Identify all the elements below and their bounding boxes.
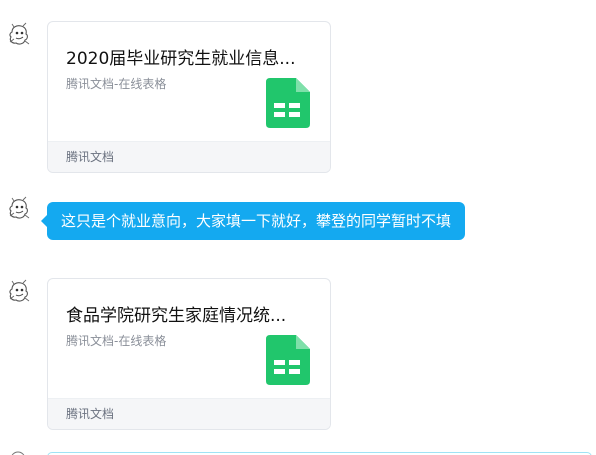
spreadsheet-icon [264,78,312,128]
doc-card-subtitle: 腾讯文档-在线表格 [66,77,167,91]
avatar-sketch-icon [11,451,25,455]
message-bubble[interactable]: 这只是个就业意向，大家填一下就好，攀登的同学暂时不填 [40,202,466,240]
sender-avatar[interactable] [8,449,28,455]
chat-message-list[interactable]: 2020届毕业研究生就业信息... 腾讯文档-在线表格 腾讯文档 这只是个就业意… [0,0,596,455]
doc-card[interactable]: 2020届毕业研究生就业信息... 腾讯文档-在线表格 腾讯文档 [47,21,331,173]
avatar-sketch-icon [9,22,30,45]
doc-card-title: 2020届毕业研究生就业信息... [66,49,296,69]
doc-card-subtitle: 腾讯文档-在线表格 [66,334,167,348]
doc-card[interactable]: 食品学院研究生家庭情况统... 腾讯文档-在线表格 腾讯文档 [47,278,331,430]
doc-card-title: 食品学院研究生家庭情况统... [66,306,287,326]
avatar-sketch-icon [9,279,30,302]
avatar-sketch-icon [9,196,30,219]
doc-card-source: 腾讯文档 [48,141,330,172]
sender-avatar[interactable] [6,279,32,305]
sender-avatar[interactable] [6,22,32,48]
sender-avatar[interactable] [6,196,32,222]
spreadsheet-icon [264,335,312,385]
doc-card-source: 腾讯文档 [48,398,330,429]
